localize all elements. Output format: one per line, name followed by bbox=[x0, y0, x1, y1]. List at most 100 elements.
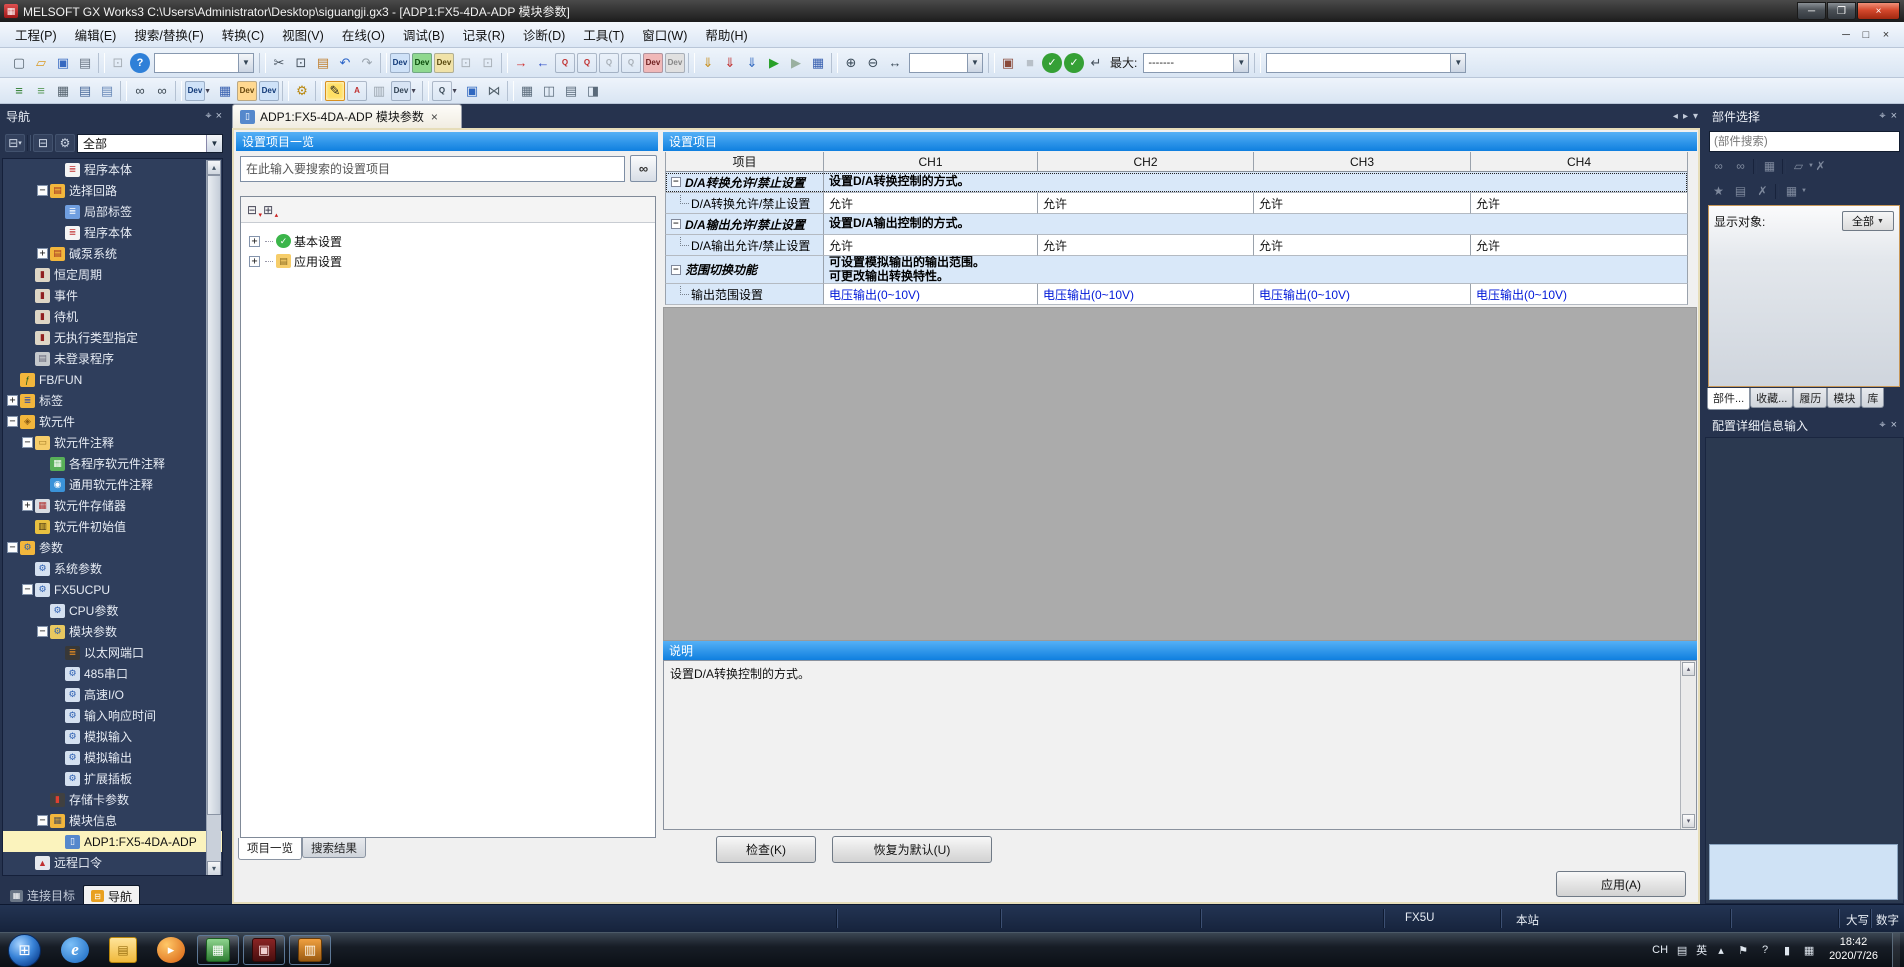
restore-default-button[interactable]: 恢复为默认(U) bbox=[832, 836, 992, 863]
chevron-down-icon[interactable]: ▼ bbox=[1233, 54, 1248, 72]
part-delete-icon[interactable]: ✗ bbox=[1811, 157, 1830, 175]
nav-tree-item-selected[interactable]: ▯ADP1:FX5-4DA-ADP bbox=[3, 831, 222, 852]
document-tab[interactable]: ▯ ADP1:FX5-4DA-ADP 模块参数 × bbox=[232, 104, 462, 128]
setting-item-basic[interactable]: +✓基本设置 bbox=[241, 231, 655, 251]
part-find-icon[interactable]: ∞ bbox=[1709, 157, 1728, 175]
pin-icon[interactable]: ⌖ bbox=[1879, 419, 1885, 432]
max-combo[interactable]: -------▼ bbox=[1143, 53, 1249, 73]
find-instruction-icon[interactable]: Q bbox=[577, 53, 597, 73]
part-place-dd-icon[interactable]: ▱▼ bbox=[1789, 157, 1808, 175]
device-batch-icon[interactable]: Dev bbox=[643, 53, 663, 73]
device-batch-disabled-icon[interactable]: Dev bbox=[665, 53, 685, 73]
zoom-combo[interactable]: ▼ bbox=[909, 53, 983, 73]
syntax-check-icon[interactable]: A bbox=[347, 81, 367, 101]
collapse-box-icon[interactable]: − bbox=[671, 177, 681, 187]
mdi-restore-button[interactable]: □ bbox=[1856, 27, 1876, 43]
window-split-icon[interactable]: ◨ bbox=[583, 81, 603, 101]
nav-tree-item[interactable]: +≣标签 bbox=[3, 390, 222, 411]
redo-icon[interactable]: ↷ bbox=[357, 53, 377, 73]
nav-scrollbar[interactable]: ▴ ▾ bbox=[206, 160, 221, 876]
value-cell-ch3[interactable]: 允许 bbox=[1254, 235, 1471, 256]
device-monitor-off-icon[interactable]: Dev bbox=[434, 53, 454, 73]
menu-item-11[interactable]: 窗口(W) bbox=[633, 21, 696, 48]
chevron-down-icon[interactable]: ▼ bbox=[1450, 54, 1465, 72]
value-cell-ch3[interactable]: 电压输出(0~10V) bbox=[1254, 284, 1471, 305]
element-pane-tab-5[interactable]: 库 bbox=[1861, 388, 1884, 408]
nav-tree-item[interactable]: −▤选择回路 bbox=[3, 180, 222, 201]
cross-reference-icon[interactable]: ▦ bbox=[215, 81, 235, 101]
check-parameter-icon[interactable]: ✓ bbox=[1064, 53, 1084, 73]
nav-tab-navigation[interactable]: ⊟导航 bbox=[83, 885, 140, 906]
find-icon[interactable]: ∞ bbox=[130, 81, 150, 101]
part-register-icon[interactable]: ▦ bbox=[1760, 157, 1779, 175]
tree-display-mode-icon[interactable]: ⊟▾ bbox=[5, 134, 25, 152]
chevron-down-icon[interactable]: ▼ bbox=[238, 54, 253, 72]
table-row[interactable]: −D/A转换允许/禁止设置设置D/A转换控制的方式。 bbox=[665, 172, 1688, 193]
expand-box-icon[interactable]: + bbox=[22, 500, 33, 511]
menu-item-7[interactable]: 调试(B) bbox=[394, 21, 454, 48]
device-list-icon[interactable]: Dev bbox=[237, 81, 257, 101]
taskbar-clock[interactable]: 18:42 2020/7/26 bbox=[1829, 936, 1878, 964]
cut-icon[interactable]: ✂ bbox=[269, 53, 289, 73]
taskbar-app-red-button[interactable]: ▣ bbox=[243, 935, 285, 965]
help-tray-icon[interactable]: ? bbox=[1757, 942, 1773, 958]
nav-tree-item[interactable]: +▤碱泵系统 bbox=[3, 243, 222, 264]
help-icon[interactable]: ? bbox=[130, 53, 150, 73]
nav-tree-item[interactable]: −⚙模块参数 bbox=[3, 621, 222, 642]
device-display-dd-icon[interactable]: Dev▼ bbox=[185, 81, 205, 101]
taskbar-app-orange-button[interactable]: ▥ bbox=[289, 935, 331, 965]
window-tile-icon[interactable]: ◫ bbox=[539, 81, 559, 101]
expand-box-icon[interactable]: + bbox=[249, 236, 260, 247]
menu-item-1[interactable]: 工程(P) bbox=[6, 21, 66, 48]
expand-box-icon[interactable]: + bbox=[7, 395, 18, 406]
tray-expand-icon[interactable]: ▴ bbox=[1713, 942, 1729, 958]
maximize-button[interactable]: ❐ bbox=[1827, 2, 1856, 20]
element-pane-tab-2[interactable]: 收藏... bbox=[1750, 388, 1793, 408]
collapse-items-icon[interactable]: ⊟▾ bbox=[247, 203, 257, 217]
taskbar-ie-icon[interactable]: e bbox=[61, 937, 89, 963]
menu-item-9[interactable]: 诊断(D) bbox=[514, 21, 574, 48]
find-disabled-icon[interactable]: Q bbox=[599, 53, 619, 73]
collapse-box-icon[interactable]: − bbox=[671, 265, 681, 275]
nav-tree-item[interactable]: ⚙CPU参数 bbox=[3, 600, 222, 621]
open-project-icon[interactable]: ▱ bbox=[31, 53, 51, 73]
table-row[interactable]: D/A输出允许/禁止设置允许允许允许允许 bbox=[665, 235, 1688, 256]
pause-disabled-icon[interactable]: ■ bbox=[1020, 53, 1040, 73]
stamp-disabled-icon[interactable]: ▥ bbox=[369, 81, 389, 101]
new-folder-icon[interactable]: ▤ bbox=[1731, 182, 1750, 200]
table-row[interactable]: −D/A输出允许/禁止设置设置D/A输出控制的方式。 bbox=[665, 214, 1688, 235]
tab-close-icon[interactable]: × bbox=[431, 110, 438, 124]
item-list-tab-1[interactable]: 项目一览 bbox=[238, 838, 302, 860]
element-pane-tab-1[interactable]: 部件... bbox=[1707, 388, 1750, 410]
value-cell-ch4[interactable]: 允许 bbox=[1471, 193, 1688, 214]
nav-tree-item[interactable]: +▦软元件存储器 bbox=[3, 495, 222, 516]
pin-icon[interactable]: ⌖ bbox=[205, 110, 211, 123]
tab-scroll-right-icon[interactable]: ▸ bbox=[1683, 111, 1688, 122]
find-disabled2-icon[interactable]: Q bbox=[621, 53, 641, 73]
convert-icon[interactable]: ↵ bbox=[1086, 53, 1106, 73]
monitor-start-icon[interactable]: ▶ bbox=[764, 53, 784, 73]
nav-tree-item[interactable]: ⚙输入响应时间 bbox=[3, 705, 222, 726]
menu-item-2[interactable]: 编辑(E) bbox=[66, 21, 126, 48]
verify-plc-icon[interactable]: ⇓ bbox=[742, 53, 762, 73]
apply-button[interactable]: 应用(A) bbox=[1556, 871, 1686, 897]
part-find-next-icon[interactable]: ∞ bbox=[1731, 157, 1750, 175]
window-arrange-icon[interactable]: ▤ bbox=[561, 81, 581, 101]
find-device-icon[interactable]: Q bbox=[555, 53, 575, 73]
label-list-icon[interactable]: ▤ bbox=[97, 81, 117, 101]
collapse-box-icon[interactable]: − bbox=[37, 626, 48, 637]
expand-all-tree-icon[interactable]: ≡ bbox=[9, 81, 29, 101]
collapse-box-icon[interactable]: − bbox=[671, 219, 681, 229]
tree-collapse-icon[interactable]: ⊟ bbox=[33, 134, 53, 152]
jump-back-icon[interactable]: ← bbox=[533, 53, 553, 73]
nav-tree-item[interactable]: ▮无执行类型指定 bbox=[3, 327, 222, 348]
nav-tree-item[interactable]: ≣程序本体 bbox=[3, 159, 222, 180]
nav-tree-item[interactable]: ▲远程口令 bbox=[3, 852, 222, 873]
device-view-dd-icon[interactable]: Dev▼ bbox=[391, 81, 411, 101]
scroll-down-icon[interactable]: ▾ bbox=[1682, 814, 1695, 828]
nav-tree-item[interactable]: ▮存储卡参数 bbox=[3, 789, 222, 810]
scroll-down-icon[interactable]: ▾ bbox=[207, 861, 221, 876]
close-panel-icon[interactable]: × bbox=[1891, 110, 1897, 123]
action-center-icon[interactable]: ⚑ bbox=[1735, 942, 1751, 958]
chevron-down-icon[interactable]: ▼ bbox=[967, 54, 982, 72]
